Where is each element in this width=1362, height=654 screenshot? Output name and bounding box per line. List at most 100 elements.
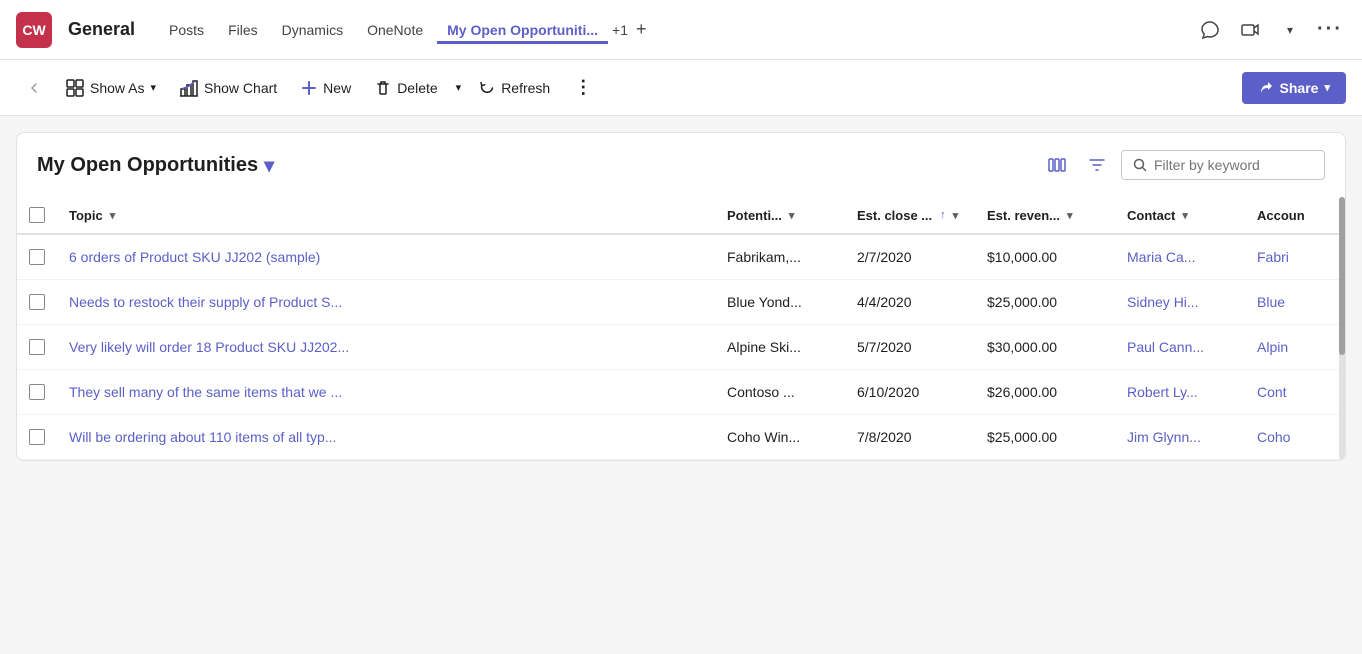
nav-dynamics[interactable]: Dynamics	[272, 16, 353, 44]
row-revenue: $25,000.00	[975, 415, 1115, 460]
th-potential[interactable]: Potenti... ▾	[715, 197, 845, 234]
table-row[interactable]: Will be ordering about 110 items of all …	[17, 415, 1345, 460]
more-options-icon-btn[interactable]: ···	[1314, 14, 1346, 46]
contact-link[interactable]: Paul Cann...	[1127, 339, 1204, 355]
table-row[interactable]: They sell many of the same items that we…	[17, 370, 1345, 415]
contact-link[interactable]: Sidney Hi...	[1127, 294, 1199, 310]
row-checkbox-cell[interactable]	[17, 370, 57, 415]
topic-link[interactable]: Needs to restock their supply of Product…	[69, 294, 342, 310]
row-close: 4/4/2020	[845, 280, 975, 325]
nav-posts[interactable]: Posts	[159, 16, 214, 44]
row-contact[interactable]: Robert Ly...	[1115, 370, 1245, 415]
row-checkbox[interactable]	[29, 384, 45, 400]
select-all-checkbox[interactable]	[29, 207, 45, 223]
row-topic[interactable]: 6 orders of Product SKU JJ202 (sample)	[57, 234, 715, 280]
show-chart-icon	[180, 79, 198, 97]
filter-keyword-input[interactable]	[1154, 157, 1314, 173]
row-contact[interactable]: Paul Cann...	[1115, 325, 1245, 370]
th-contact[interactable]: Contact ▾	[1115, 197, 1245, 234]
contact-sort-icon: ▾	[1182, 209, 1188, 222]
account-link[interactable]: Alpin	[1257, 339, 1288, 355]
row-close: 5/7/2020	[845, 325, 975, 370]
topic-link[interactable]: They sell many of the same items that we…	[69, 384, 342, 400]
row-account[interactable]: Fabri	[1245, 234, 1345, 280]
close-sort-asc-icon: ↑	[940, 209, 946, 221]
contact-link[interactable]: Jim Glynn...	[1127, 429, 1201, 445]
more-button[interactable]: ⋮	[564, 71, 602, 104]
row-contact[interactable]: Jim Glynn...	[1115, 415, 1245, 460]
nav-files[interactable]: Files	[218, 16, 268, 44]
row-checkbox[interactable]	[29, 294, 45, 310]
contact-link[interactable]: Robert Ly...	[1127, 384, 1198, 400]
topic-link[interactable]: Will be ordering about 110 items of all …	[69, 429, 336, 445]
nav-opportunities[interactable]: My Open Opportuniti...	[437, 16, 608, 44]
row-account[interactable]: Blue	[1245, 280, 1345, 325]
account-link[interactable]: Blue	[1257, 294, 1285, 310]
account-link[interactable]: Fabri	[1257, 249, 1289, 265]
add-tab-btn[interactable]: +	[636, 19, 647, 40]
table-scroll: Topic ▾ Potenti... ▾ Est	[17, 197, 1345, 460]
th-close[interactable]: Est. close ... ↑ ▾	[845, 197, 975, 234]
row-close: 6/10/2020	[845, 370, 975, 415]
topic-link[interactable]: Very likely will order 18 Product SKU JJ…	[69, 339, 349, 355]
row-checkbox-cell[interactable]	[17, 234, 57, 280]
back-button[interactable]	[16, 74, 52, 102]
filter-icon-btn[interactable]	[1081, 149, 1113, 181]
row-topic[interactable]: Very likely will order 18 Product SKU JJ…	[57, 325, 715, 370]
row-checkbox-cell[interactable]	[17, 415, 57, 460]
account-link[interactable]: Cont	[1257, 384, 1287, 400]
row-checkbox[interactable]	[29, 249, 45, 265]
video-icon-btn[interactable]	[1234, 14, 1266, 46]
delete-button[interactable]: Delete	[365, 74, 447, 102]
scrollbar-thumb[interactable]	[1339, 197, 1345, 355]
table-header-row: Topic ▾ Potenti... ▾ Est	[17, 197, 1345, 234]
row-revenue: $25,000.00	[975, 280, 1115, 325]
share-button[interactable]: Share ▾	[1242, 72, 1346, 104]
account-link[interactable]: Coho	[1257, 429, 1290, 445]
table-row[interactable]: Needs to restock their supply of Product…	[17, 280, 1345, 325]
view-title-chevron[interactable]: ▾	[264, 153, 274, 178]
row-potential: Coho Win...	[715, 415, 845, 460]
nav-links: Posts Files Dynamics OneNote My Open Opp…	[159, 16, 646, 44]
th-revenue[interactable]: Est. reven... ▾	[975, 197, 1115, 234]
nav-plus-badge[interactable]: +1	[612, 22, 628, 38]
row-checkbox[interactable]	[29, 339, 45, 355]
table-row[interactable]: 6 orders of Product SKU JJ202 (sample) F…	[17, 234, 1345, 280]
card-header-icons	[1041, 149, 1325, 181]
row-topic[interactable]: Needs to restock their supply of Product…	[57, 280, 715, 325]
show-chart-button[interactable]: Show Chart	[170, 73, 287, 103]
column-settings-icon	[1047, 155, 1067, 175]
nav-onenote[interactable]: OneNote	[357, 16, 433, 44]
topic-link[interactable]: 6 orders of Product SKU JJ202 (sample)	[69, 249, 320, 265]
new-button[interactable]: New	[291, 74, 361, 102]
row-checkbox[interactable]	[29, 429, 45, 445]
row-potential: Fabrikam,...	[715, 234, 845, 280]
row-potential: Alpine Ski...	[715, 325, 845, 370]
row-checkbox-cell[interactable]	[17, 280, 57, 325]
row-account[interactable]: Cont	[1245, 370, 1345, 415]
row-contact[interactable]: Sidney Hi...	[1115, 280, 1245, 325]
delete-icon	[375, 80, 391, 96]
share-icon	[1258, 80, 1274, 96]
th-account: Accoun	[1245, 197, 1345, 234]
contact-link[interactable]: Maria Ca...	[1127, 249, 1195, 265]
row-topic[interactable]: Will be ordering about 110 items of all …	[57, 415, 715, 460]
delete-dropdown-button[interactable]: ▾	[452, 75, 466, 100]
more-icon: ⋮	[574, 77, 592, 98]
row-account[interactable]: Alpin	[1245, 325, 1345, 370]
chevron-down-icon-btn[interactable]: ▾	[1274, 14, 1306, 46]
row-account[interactable]: Coho	[1245, 415, 1345, 460]
row-revenue: $10,000.00	[975, 234, 1115, 280]
row-topic[interactable]: They sell many of the same items that we…	[57, 370, 715, 415]
show-as-button[interactable]: Show As ▾	[56, 73, 166, 103]
refresh-button[interactable]: Refresh	[469, 74, 560, 102]
filter-input-container[interactable]	[1121, 150, 1325, 180]
th-topic[interactable]: Topic ▾	[57, 197, 715, 234]
show-as-chevron: ▾	[150, 81, 156, 94]
row-contact[interactable]: Maria Ca...	[1115, 234, 1245, 280]
row-checkbox-cell[interactable]	[17, 325, 57, 370]
th-select-all[interactable]	[17, 197, 57, 234]
chat-icon-btn[interactable]	[1194, 14, 1226, 46]
column-settings-icon-btn[interactable]	[1041, 149, 1073, 181]
table-row[interactable]: Very likely will order 18 Product SKU JJ…	[17, 325, 1345, 370]
